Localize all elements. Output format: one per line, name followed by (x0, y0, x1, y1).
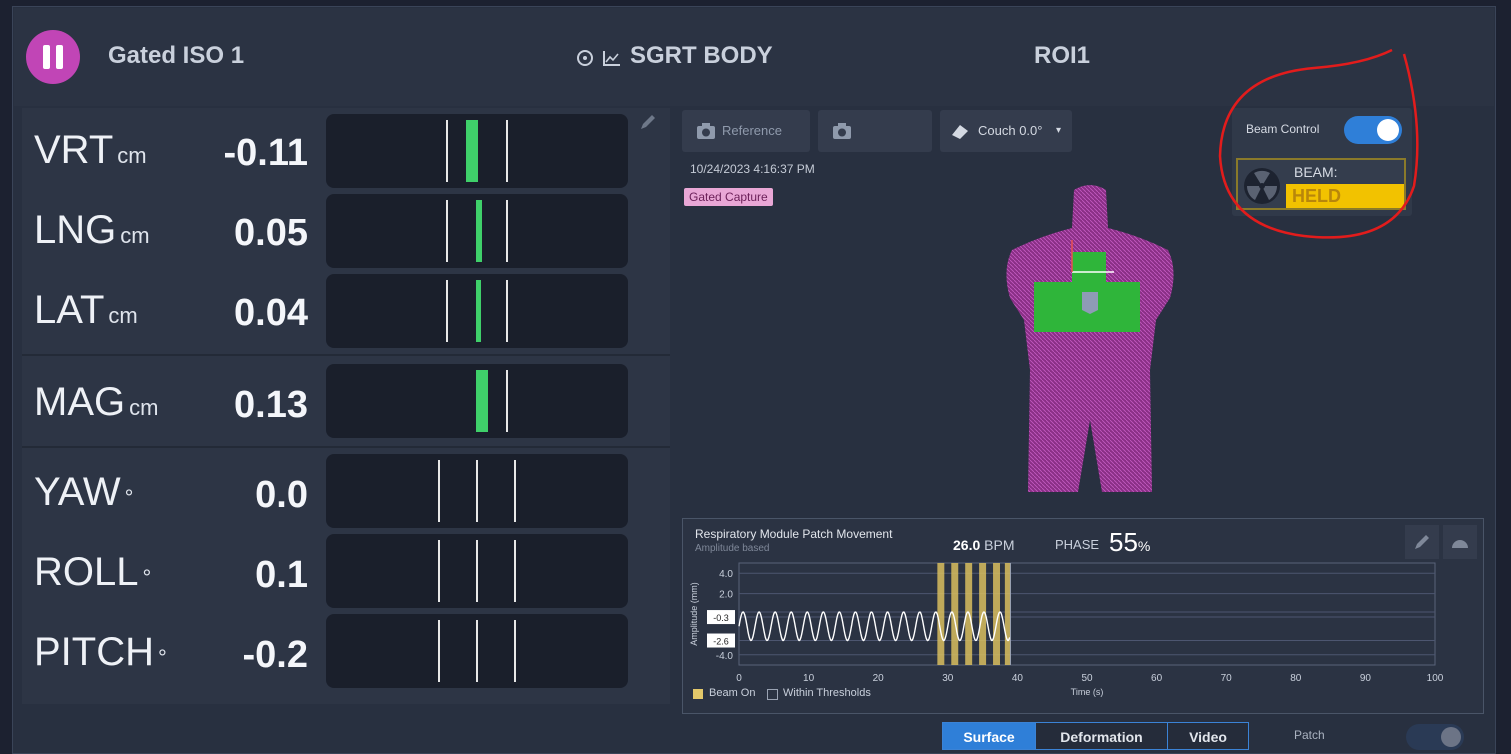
tab-video[interactable]: Video (1167, 722, 1249, 750)
reference-button[interactable]: Reference (682, 110, 810, 152)
beam-on-window (1004, 563, 1011, 665)
y-tick-label: -0.3 (713, 613, 729, 623)
tab-surface[interactable]: Surface (942, 722, 1036, 750)
capture-button[interactable] (818, 110, 932, 152)
metric-label-mag: MAG cm (34, 380, 159, 424)
gated-capture-tag: Gated Capture (684, 188, 773, 206)
module-title: SGRT BODY (630, 42, 773, 69)
torso-mesh (1006, 185, 1174, 492)
couch-dropdown[interactable]: Couch 0.0° ▾ (940, 110, 1072, 152)
metric-bar-vrt (326, 114, 628, 188)
beam-on-window (951, 563, 959, 665)
metric-label-vrt: VRT cm (34, 128, 147, 172)
x-tick-label: 40 (1012, 673, 1024, 684)
metric-label-lat: LAT cm (34, 288, 138, 332)
x-tick-label: 60 (1151, 673, 1163, 684)
resp-subtitle: Amplitude based (695, 543, 770, 554)
chevron-down-icon: ▾ (1056, 125, 1062, 136)
mag-indicator (476, 370, 488, 432)
metric-bar-lng (326, 194, 628, 268)
edit-icon (1415, 535, 1429, 549)
lat-indicator (476, 280, 481, 342)
respiratory-module: Respiratory Module Patch Movement Amplit… (682, 518, 1484, 714)
x-tick-label: 80 (1290, 673, 1302, 684)
y-tick-label: -2.6 (713, 637, 729, 647)
roi-name: ROI1 (1034, 42, 1091, 69)
pause-button[interactable] (26, 30, 80, 84)
resp-edit-button[interactable] (1405, 525, 1439, 559)
metric-bar-roll (326, 534, 628, 608)
metric-value-vrt: -0.11 (223, 132, 308, 174)
x-tick-label: 0 (736, 673, 742, 684)
x-tick-label: 100 (1427, 673, 1444, 684)
legend-beam-on: Beam On (709, 687, 756, 699)
metric-label-lng: LNG cm (34, 208, 150, 252)
x-tick-label: 10 (803, 673, 815, 684)
metric-label-roll: ROLL ° (34, 550, 152, 594)
legend-beam-on-swatch (693, 689, 703, 699)
metric-value-roll: 0.1 (255, 554, 308, 596)
metric-value-mag: 0.13 (234, 384, 308, 426)
camera-icon (697, 123, 715, 139)
metric-bar-pitch (326, 614, 628, 688)
x-tick-label: 30 (942, 673, 954, 684)
sgrt-icons (577, 50, 620, 66)
metric-bar-lat (326, 274, 628, 348)
lng-indicator (476, 200, 482, 262)
phase-value: 55% (1109, 527, 1151, 557)
gauge-icon (1452, 540, 1468, 548)
beam-on-window (937, 563, 945, 665)
phase-label: PHASE (1055, 537, 1100, 552)
legend-within-swatch (767, 689, 778, 700)
resp-settings-button[interactable] (1443, 525, 1477, 559)
x-tick-label: 50 (1081, 673, 1093, 684)
tab-deformation[interactable]: Deformation (1035, 722, 1168, 750)
metric-value-yaw: 0.0 (255, 474, 308, 516)
metric-label-pitch: PITCH ° (34, 630, 167, 674)
x-tick-label: 70 (1221, 673, 1233, 684)
y-tick-label: -4.0 (716, 651, 734, 662)
plot-area (738, 562, 1436, 666)
x-tick-label: 90 (1360, 673, 1372, 684)
metric-bar-yaw (326, 454, 628, 528)
metric-value-pitch: -0.2 (242, 634, 308, 676)
resp-title: Respiratory Module Patch Movement (695, 527, 893, 541)
divider (22, 446, 670, 448)
metric-value-lng: 0.05 (234, 212, 308, 254)
metric-label-yaw: YAW ° (34, 470, 134, 514)
patch-toggle[interactable] (1406, 724, 1464, 750)
y-axis-label: Amplitude (mm) (689, 582, 699, 646)
divider (22, 354, 670, 356)
metric-value-lat: 0.04 (234, 292, 308, 334)
y-tick-label: 4.0 (719, 569, 733, 580)
metric-bar-mag (326, 364, 628, 438)
x-tick-label: 20 (873, 673, 885, 684)
capture-timestamp: 10/24/2023 4:16:37 PM (690, 162, 815, 176)
x-axis-label: Time (s) (1071, 687, 1104, 697)
annotation-circle (1218, 48, 1419, 239)
edit-icon[interactable] (638, 112, 658, 132)
vrt-indicator (466, 120, 478, 182)
patient-surface-model[interactable] (990, 180, 1190, 500)
patch-marker (1082, 292, 1098, 314)
plan-name: Gated ISO 1 (108, 42, 245, 69)
bpm-readout: 26.0 BPM (953, 537, 1015, 553)
couch-icon (952, 125, 968, 139)
y-tick-label: 2.0 (719, 590, 733, 601)
camera-icon (833, 123, 851, 139)
patch-label: Patch (1294, 728, 1325, 742)
legend-within: Within Thresholds (783, 687, 871, 699)
